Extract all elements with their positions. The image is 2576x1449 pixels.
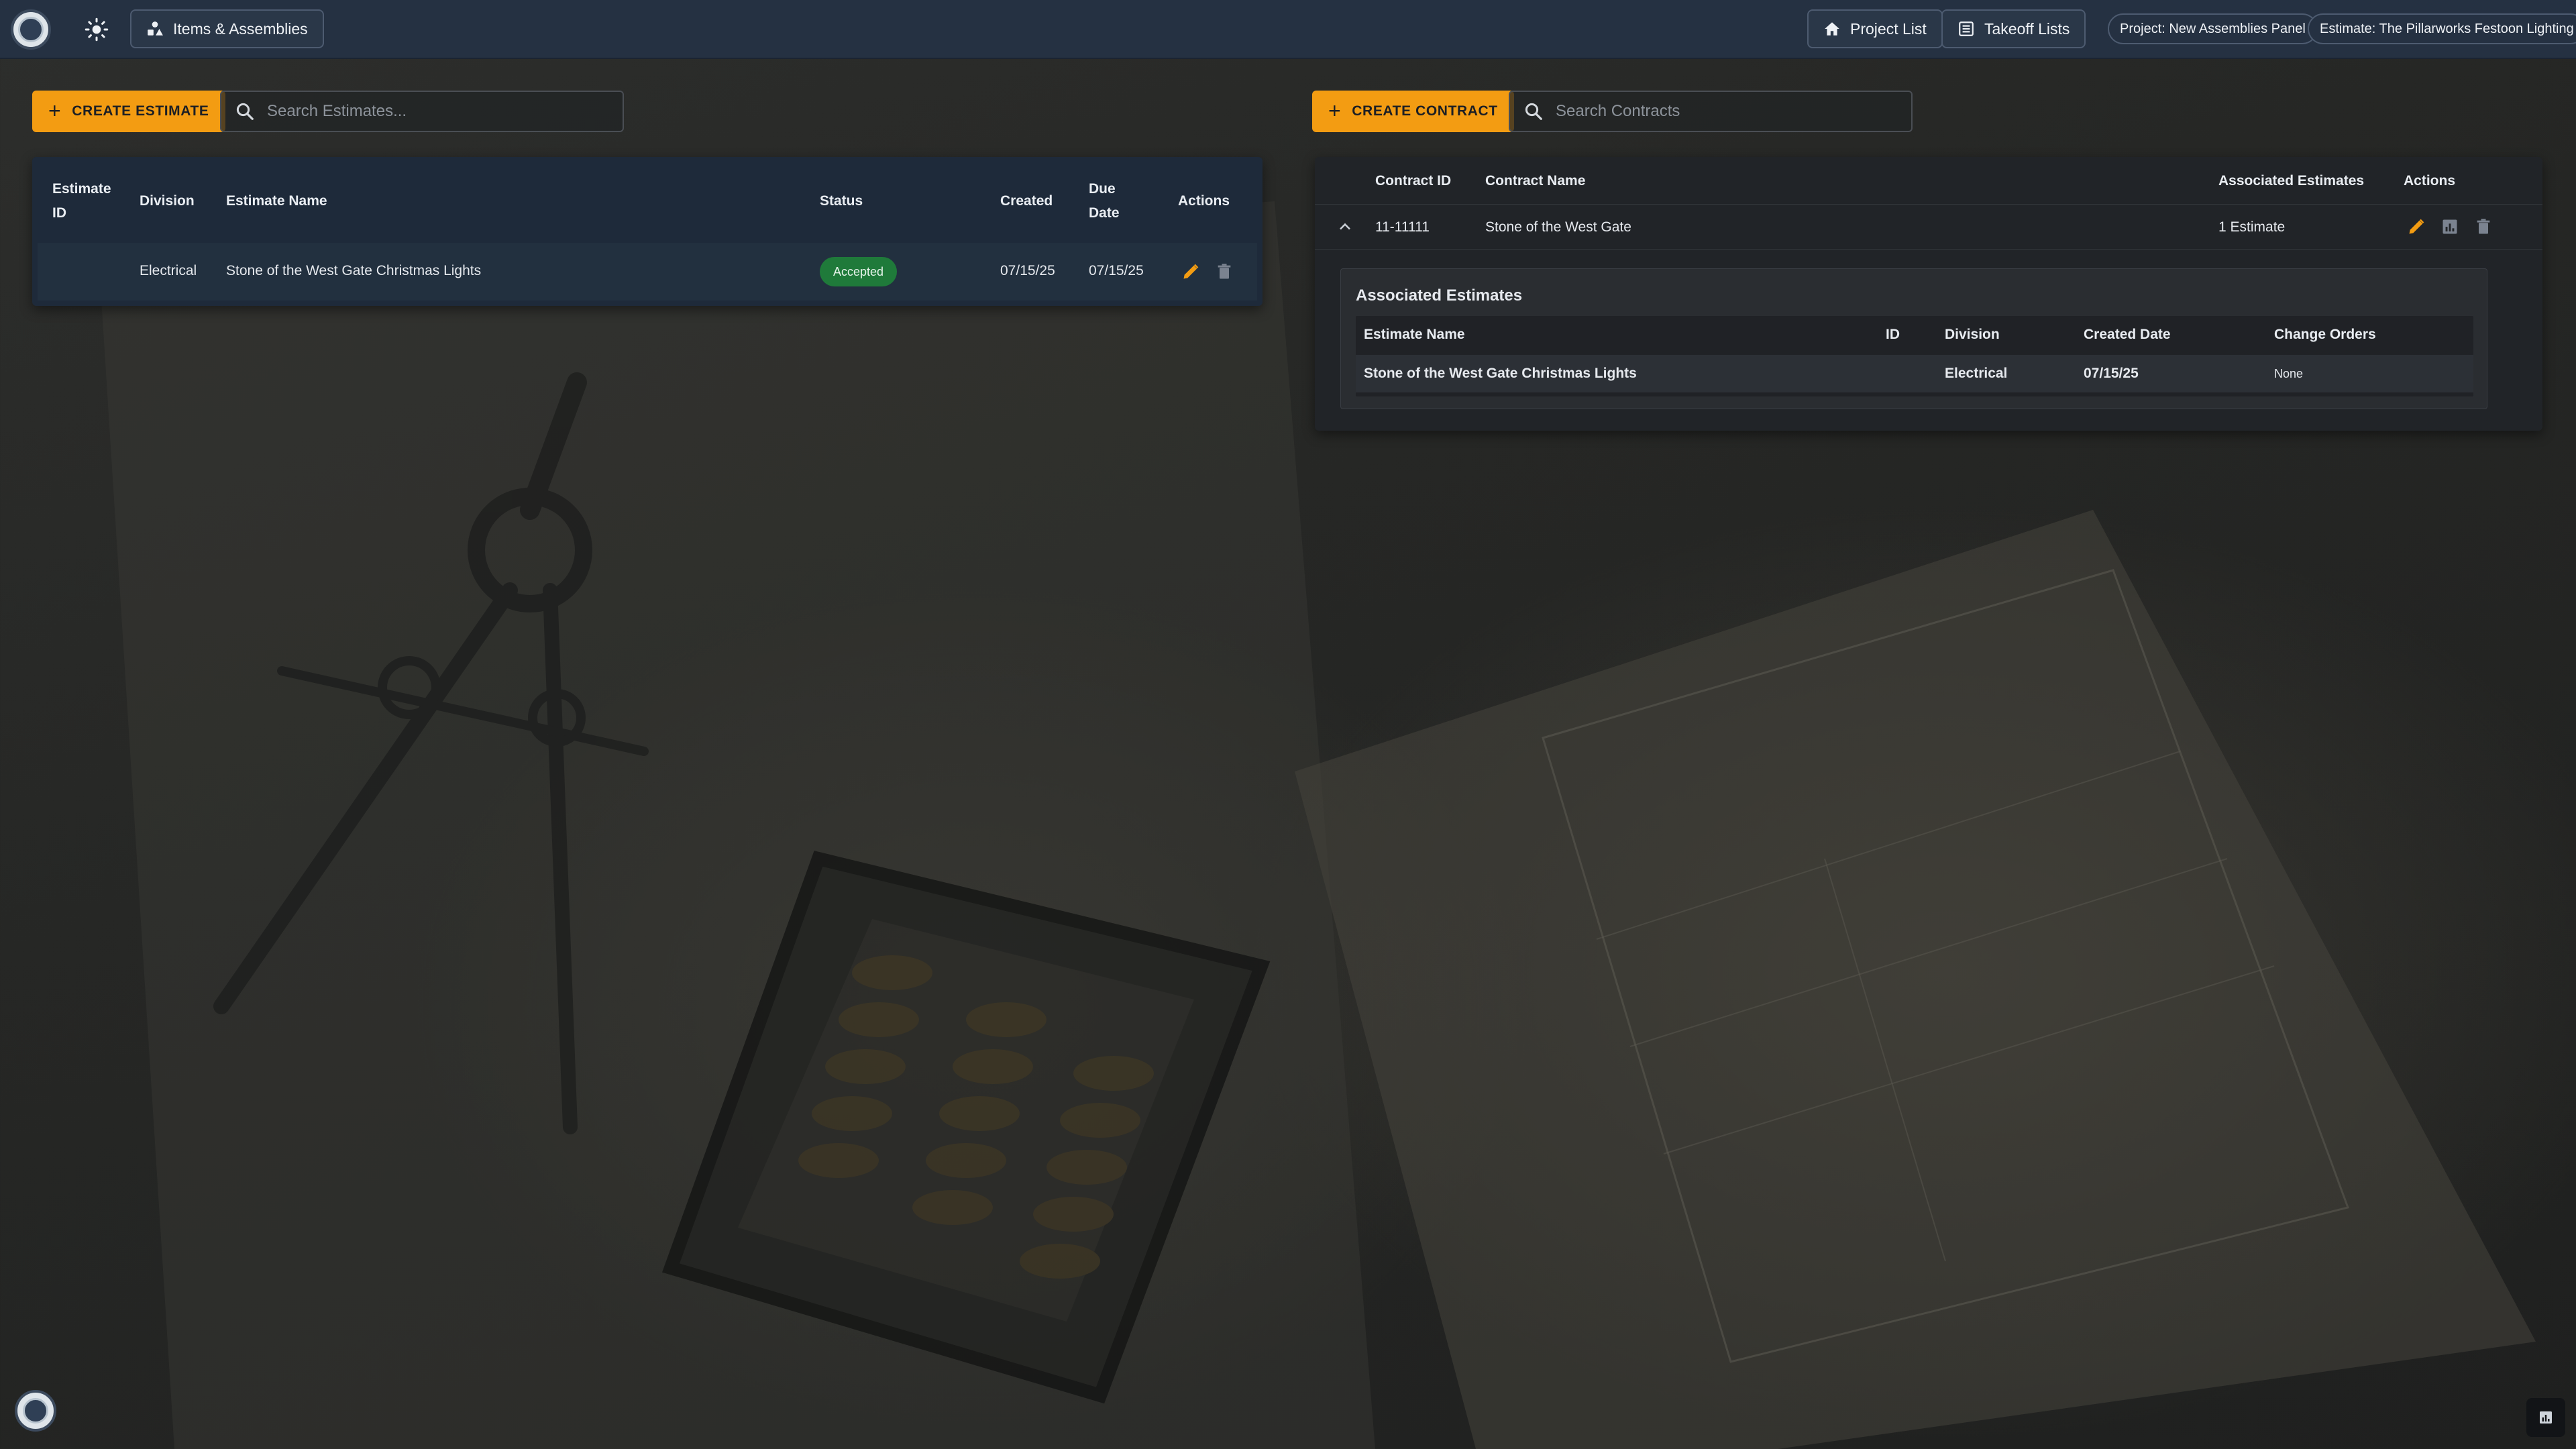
cell-created: 07/15/25 xyxy=(1000,263,1055,278)
search-contracts-input[interactable] xyxy=(1556,102,1898,121)
cell-division: Electrical xyxy=(140,263,197,278)
create-contract-label: CREATE CONTRACT xyxy=(1352,103,1498,119)
cell-associated-estimates: 1 Estimate xyxy=(2218,219,2286,235)
search-icon xyxy=(236,103,254,120)
cell-contract-name: Stone of the West Gate xyxy=(1485,219,1631,235)
chart-icon xyxy=(2540,1411,2552,1424)
search-estimates-input[interactable] xyxy=(267,102,609,121)
chevron-up-icon xyxy=(1340,223,1350,230)
associated-estimates-title: Associated Estimates xyxy=(1356,286,1523,305)
contract-report-button[interactable] xyxy=(2438,215,2461,238)
header-estimate-name[interactable]: Estimate Name xyxy=(226,189,327,213)
sub-header-id[interactable]: ID xyxy=(1886,323,1900,347)
trash-icon xyxy=(1218,264,1231,279)
avatar-logo-icon xyxy=(23,1398,48,1424)
header-actions: Actions xyxy=(1178,193,1230,209)
delete-estimate-button[interactable] xyxy=(1213,260,1236,283)
list-icon xyxy=(1959,21,1974,36)
top-bar: Items & Assemblies Project List Takeoff … xyxy=(0,0,2576,59)
collapse-row-button[interactable] xyxy=(1334,215,1356,238)
cell-contract-id: 11-11111 xyxy=(1375,219,1430,235)
create-estimate-label: CREATE ESTIMATE xyxy=(72,103,209,119)
report-fab-button[interactable] xyxy=(2526,1398,2565,1437)
create-estimate-button[interactable]: + CREATE ESTIMATE xyxy=(32,91,225,132)
table-row[interactable]: Electrical Stone of the West Gate Christ… xyxy=(38,243,1257,301)
items-assemblies-button[interactable]: Items & Assemblies xyxy=(130,9,324,48)
search-icon xyxy=(1525,103,1542,120)
trash-icon xyxy=(2477,219,2490,234)
status-badge: Accepted xyxy=(820,257,898,286)
theme-toggle-button[interactable] xyxy=(82,15,111,44)
associated-estimates-panel: Associated Estimates Estimate Name ID Di… xyxy=(1340,268,2487,409)
status-badge-label: Accepted xyxy=(833,264,884,278)
header-status[interactable]: Status xyxy=(820,189,863,213)
sub-cell-change-orders: None xyxy=(2274,367,2304,380)
takeoff-lists-button[interactable]: Takeoff Lists xyxy=(1941,9,2086,48)
chart-icon xyxy=(2443,219,2457,234)
user-avatar[interactable] xyxy=(15,1390,56,1432)
header-division[interactable]: Division xyxy=(140,189,195,213)
items-assemblies-label: Items & Assemblies xyxy=(173,19,308,38)
edit-estimate-button[interactable] xyxy=(1179,260,1202,283)
header-estimate-id-line2: ID xyxy=(52,205,66,221)
project-list-label: Project List xyxy=(1850,19,1927,38)
header-estimate-id[interactable]: Estimate ID xyxy=(52,177,111,225)
takeoff-lists-label: Takeoff Lists xyxy=(1984,19,2070,38)
search-estimates xyxy=(220,91,624,132)
project-pill-label: Project: New Assemblies Panel xyxy=(2120,21,2306,36)
sub-header-change-orders[interactable]: Change Orders xyxy=(2274,323,2376,347)
header-associated-estimates[interactable]: Associated Estimates xyxy=(2218,169,2364,193)
estimate-pill-label: Estimate: The Pillarworks Festoon Lighti… xyxy=(2320,21,2574,36)
home-icon xyxy=(1825,22,1839,36)
associated-estimates-table: Estimate Name ID Division Created Date C… xyxy=(1356,316,2473,396)
cell-estimate-name: Stone of the West Gate Christmas Lights xyxy=(226,263,482,278)
pencil-icon xyxy=(2409,219,2424,234)
estimates-table: Estimate ID Division Estimate Name Statu… xyxy=(32,157,1263,306)
header-due-date-line2: Date xyxy=(1089,205,1120,221)
search-contracts xyxy=(1509,91,1913,132)
estimate-pill[interactable]: Estimate: The Pillarworks Festoon Lighti… xyxy=(2308,13,2576,44)
plus-icon: + xyxy=(48,98,62,123)
assemblies-icon xyxy=(148,21,163,36)
create-contract-button[interactable]: + CREATE CONTRACT xyxy=(1312,91,1514,132)
logo-icon[interactable] xyxy=(11,9,51,50)
header-estimate-id-line1: Estimate xyxy=(52,181,111,197)
contracts-table: Contract ID Contract Name Associated Est… xyxy=(1315,157,2542,431)
header-contract-actions: Actions xyxy=(2404,173,2456,189)
cell-due-date: 07/15/25 xyxy=(1089,263,1144,278)
header-contract-name[interactable]: Contract Name xyxy=(1485,169,1585,193)
edit-contract-button[interactable] xyxy=(2405,215,2428,238)
project-pill[interactable]: Project: New Assemblies Panel xyxy=(2108,13,2318,44)
header-created[interactable]: Created xyxy=(1000,189,1053,213)
plus-icon: + xyxy=(1328,98,1342,123)
pencil-icon xyxy=(1183,264,1199,279)
sub-header-created-date[interactable]: Created Date xyxy=(2084,323,2171,347)
sub-cell-division: Electrical xyxy=(1945,366,2008,381)
sub-cell-created-date: 07/15/25 xyxy=(2084,366,2139,381)
delete-contract-button[interactable] xyxy=(2472,215,2495,238)
sub-cell-estimate-name: Stone of the West Gate Christmas Lights xyxy=(1364,366,1637,381)
sub-header-estimate-name[interactable]: Estimate Name xyxy=(1364,323,1465,347)
project-list-button[interactable]: Project List xyxy=(1807,9,1943,48)
sun-icon xyxy=(85,17,109,42)
header-contract-id[interactable]: Contract ID xyxy=(1375,169,1451,193)
table-row[interactable]: 11-11111 Stone of the West Gate 1 Estima… xyxy=(1315,204,2542,250)
header-due-date-line1: Due xyxy=(1089,181,1116,197)
table-row[interactable]: Stone of the West Gate Christmas Lights … xyxy=(1356,355,2473,392)
header-due-date[interactable]: Due Date xyxy=(1089,177,1120,225)
sub-header-division[interactable]: Division xyxy=(1945,323,2000,347)
